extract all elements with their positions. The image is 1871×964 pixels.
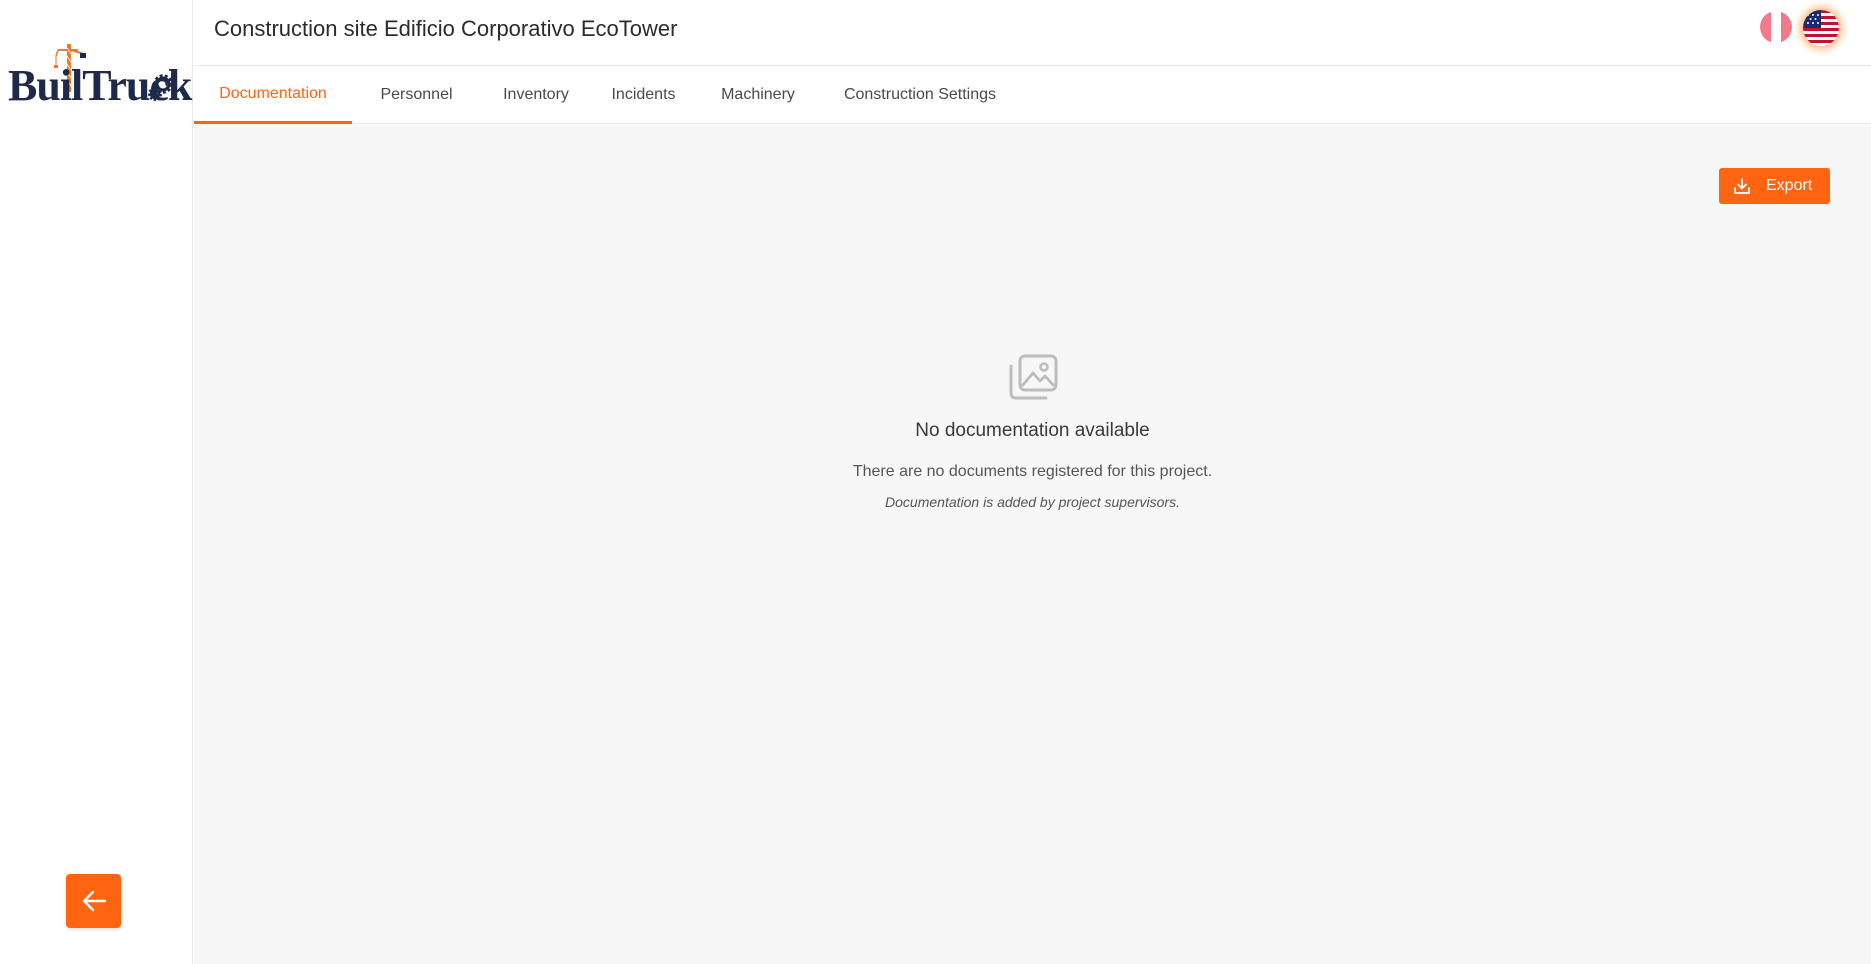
logo-wordmark: BuilTruck [8,61,192,110]
tab-construction-settings[interactable]: Construction Settings [820,66,1020,124]
empty-state-note: Documentation is added by project superv… [885,494,1180,510]
empty-state-title: No documentation available [915,420,1150,441]
builtruck-logo[interactable]: BuilTruck [8,44,192,116]
tab-documentation[interactable]: Documentation [194,66,352,124]
tab-personnel[interactable]: Personnel [352,66,481,124]
tab-inventory[interactable]: Inventory [481,66,591,124]
tab-bar: Documentation Personnel Inventory Incide… [194,66,1871,124]
sidebar: BuilTruck [0,0,193,964]
tab-incidents[interactable]: Incidents [591,66,696,124]
images-icon [1009,354,1057,400]
empty-state-description: There are no documents registered for th… [852,463,1213,480]
export-button-label: Export [1766,177,1813,194]
back-button[interactable] [66,874,121,928]
documentation-panel: Export No documentation available There … [194,125,1871,964]
page-title: Construction site Edificio Corporativo E… [214,16,678,41]
download-icon [1734,178,1750,194]
export-button[interactable]: Export [1719,168,1830,204]
peru-flag-icon[interactable] [1760,11,1792,43]
tab-machinery[interactable]: Machinery [696,66,820,124]
arrow-left-icon [82,890,106,912]
empty-state: No documentation available There are no … [194,354,1871,510]
us-flag-icon[interactable] [1803,10,1839,46]
top-header: Construction site Edificio Corporativo E… [194,0,1871,66]
